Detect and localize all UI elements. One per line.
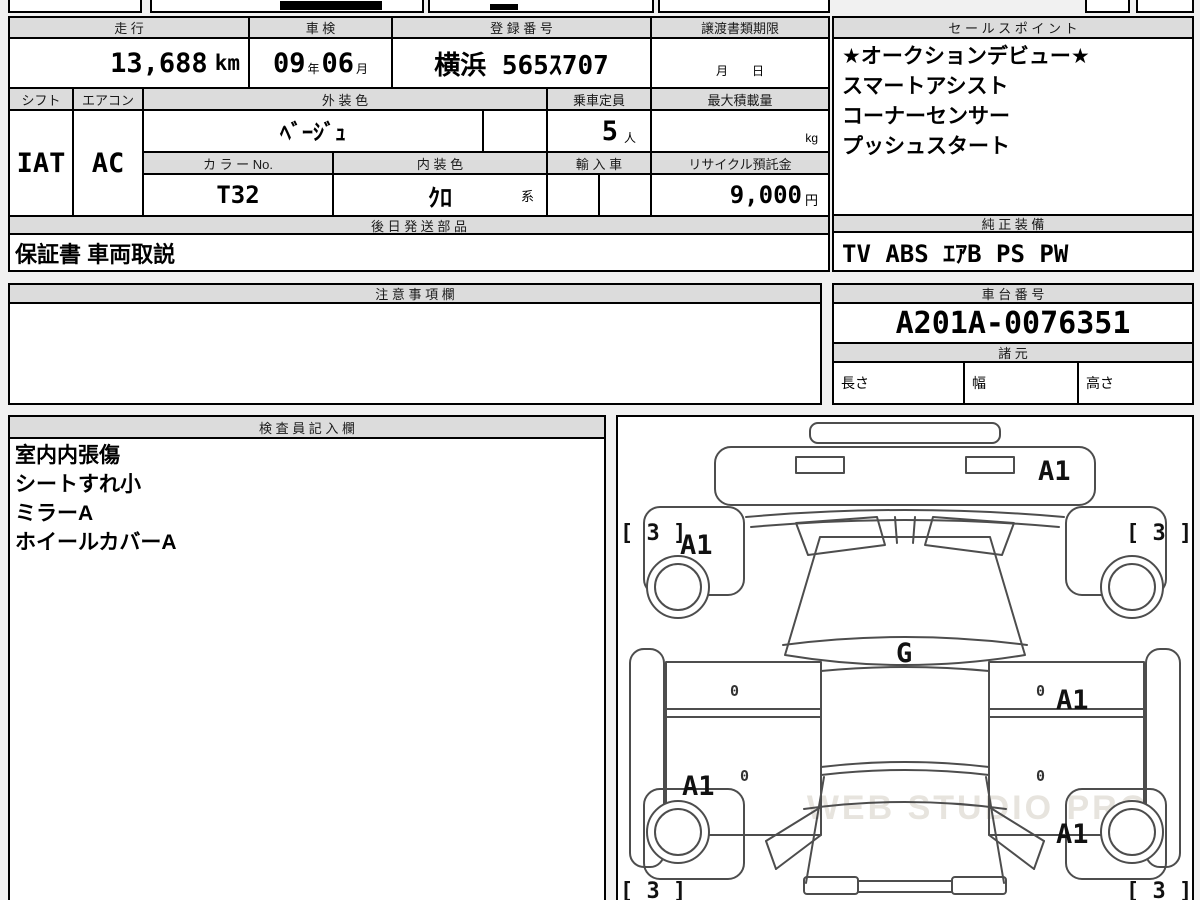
spec-height-label: 高さ <box>1086 375 1114 391</box>
sales-points-list: ★オークションデビュー★ スマートアシスト コーナーセンサー プッシュスタート <box>834 39 1192 214</box>
clipped-cell <box>150 0 424 13</box>
interior-color-suffix: 系 <box>520 189 534 204</box>
aircon-header: エアコン <box>74 89 144 111</box>
shift-value: IAT <box>10 111 74 217</box>
caution-notes-value <box>10 304 820 403</box>
watermark: WEB STUDIO PRO <box>807 789 1149 827</box>
damage-mark-right-rear-quarter: A1 <box>1056 819 1089 850</box>
damage-mark-left-front-fender: A1 <box>680 530 713 561</box>
car-diagram-svg: WEB STUDIO PRO A1[3] [3]A1G0 0 A1A1 … <box>620 422 1192 900</box>
sales-point-item: ★オークションデビュー★ <box>842 45 1090 68</box>
tire-depth-front-right: [ 3 ] <box>1126 521 1192 546</box>
shaken-header: 車 検 <box>250 18 393 39</box>
max-load-value: kg <box>652 111 828 153</box>
vehicle-info-table: 走 行 車 検 登 録 番 号 譲渡書類期限 13,688 km 09 年 06 月 横… <box>8 16 830 272</box>
damage-mark-right-door: A1 <box>1056 685 1089 716</box>
inspector-notes-header: 検 査 員 記 入 欄 <box>10 417 604 439</box>
shift-header: シフト <box>10 89 74 111</box>
sales-point-item: プッシュスタート <box>842 135 1010 158</box>
mileage-header: 走 行 <box>10 18 250 39</box>
tire-depth-rear-right: [ 3 ] <box>1126 879 1192 900</box>
chassis-value: A201A-0076351 <box>834 304 1192 344</box>
registration-header: 登 録 番 号 <box>393 18 652 39</box>
sales-points-header: セ ー ル ス ポ イ ン ト <box>834 18 1192 39</box>
car-damage-diagram: WEB STUDIO PRO A1 [3] [3] A1 G 0 0 A… <box>616 415 1194 900</box>
capacity-header: 乗車定員 <box>548 89 652 111</box>
spec-width-label: 幅 <box>965 363 1079 403</box>
caution-notes-box: 注 意 事 項 欄 <box>8 283 822 405</box>
sales-points-box: セ ー ル ス ポ イ ン ト ★オークションデビュー★ スマートアシスト コー… <box>832 16 1194 272</box>
door-handle-front-left: 0 <box>730 682 739 700</box>
chassis-specs-box: 車 台 番 号 A201A-0076351 諸 元 長さ 幅 高さ <box>832 283 1194 405</box>
transfer-docs-header: 譲渡書類期限 <box>652 18 828 39</box>
clipped-cell <box>428 0 654 13</box>
shaken-value: 09 年 06 月 <box>250 39 393 89</box>
equipment-value: TV ABS ｴｱB PS PW <box>842 240 1069 268</box>
import-car-header: 輸 入 車 <box>548 153 652 175</box>
aircon-value: AC <box>74 111 144 217</box>
damage-mark-front-bumper: A1 <box>1038 456 1071 487</box>
tire-depth-front-left: [ 3 ] <box>620 521 686 546</box>
damage-mark-windshield: G <box>896 638 912 669</box>
spec-length-label: 長さ <box>834 363 965 403</box>
color-no-header: カ ラ ー No. <box>144 153 334 175</box>
interior-color-header: 内 装 色 <box>334 153 548 175</box>
inspector-note-item: ホイールカバーA <box>15 531 177 554</box>
equipment-header: 純 正 装 備 <box>834 214 1192 233</box>
inspector-note-item: ミラーA <box>15 502 94 525</box>
damage-mark-left-rear-door: A1 <box>682 771 715 802</box>
clipped-cell <box>1136 0 1194 13</box>
inspector-note-item: 室内内張傷 <box>15 444 120 467</box>
capacity-value: 5人 <box>548 111 652 153</box>
color-no-value: T32 <box>144 175 334 217</box>
door-handle-rear-left: 0 <box>740 767 749 785</box>
later-parts-value: 保証書 車両取説 <box>15 241 176 267</box>
door-handle-front-right: 0 <box>1036 682 1045 700</box>
sales-point-item: コーナーセンサー <box>842 105 1010 128</box>
recycle-deposit-value: 9,000 円 <box>652 175 828 217</box>
caution-notes-header: 注 意 事 項 欄 <box>10 285 820 304</box>
recycle-deposit-header: リサイクル預託金 <box>652 153 828 175</box>
door-handle-rear-right: 0 <box>1036 767 1045 785</box>
import-car-value-2 <box>600 175 652 217</box>
specs-header: 諸 元 <box>834 344 1192 363</box>
import-car-value-1 <box>548 175 600 217</box>
chassis-header: 車 台 番 号 <box>834 285 1192 304</box>
exterior-color-value: ﾍﾞｰｼﾞｭ <box>144 111 484 153</box>
sales-point-item: スマートアシスト <box>842 75 1009 98</box>
registration-value: 横浜 565ｽ707 <box>393 39 652 89</box>
clipped-cell <box>8 0 142 13</box>
inspector-notes-box: 検 査 員 記 入 欄 室内内張傷 シートすれ小 ミラーA ホイールカバーA <box>8 415 606 900</box>
clipped-cell <box>658 0 830 13</box>
tire-depth-rear-left: [ 3 ] <box>620 879 686 900</box>
mileage-value: 13,688 km <box>10 39 250 89</box>
inspector-notes-list: 室内内張傷 シートすれ小 ミラーA ホイールカバーA <box>10 439 604 559</box>
interior-color-value: ｸﾛ 系 <box>334 175 548 217</box>
clipped-cell <box>1085 0 1130 13</box>
inspector-note-item: シートすれ小 <box>15 473 141 496</box>
transfer-docs-value: 月 日 <box>652 39 828 89</box>
exterior-color-extra <box>484 111 548 153</box>
later-parts-header: 後 日 発 送 部 品 <box>10 217 828 235</box>
exterior-color-header: 外 装 色 <box>144 89 548 111</box>
max-load-header: 最大積載量 <box>652 89 828 111</box>
auction-sheet: 走 行 車 検 登 録 番 号 譲渡書類期限 13,688 km 09 年 06 月 横… <box>0 0 1200 900</box>
